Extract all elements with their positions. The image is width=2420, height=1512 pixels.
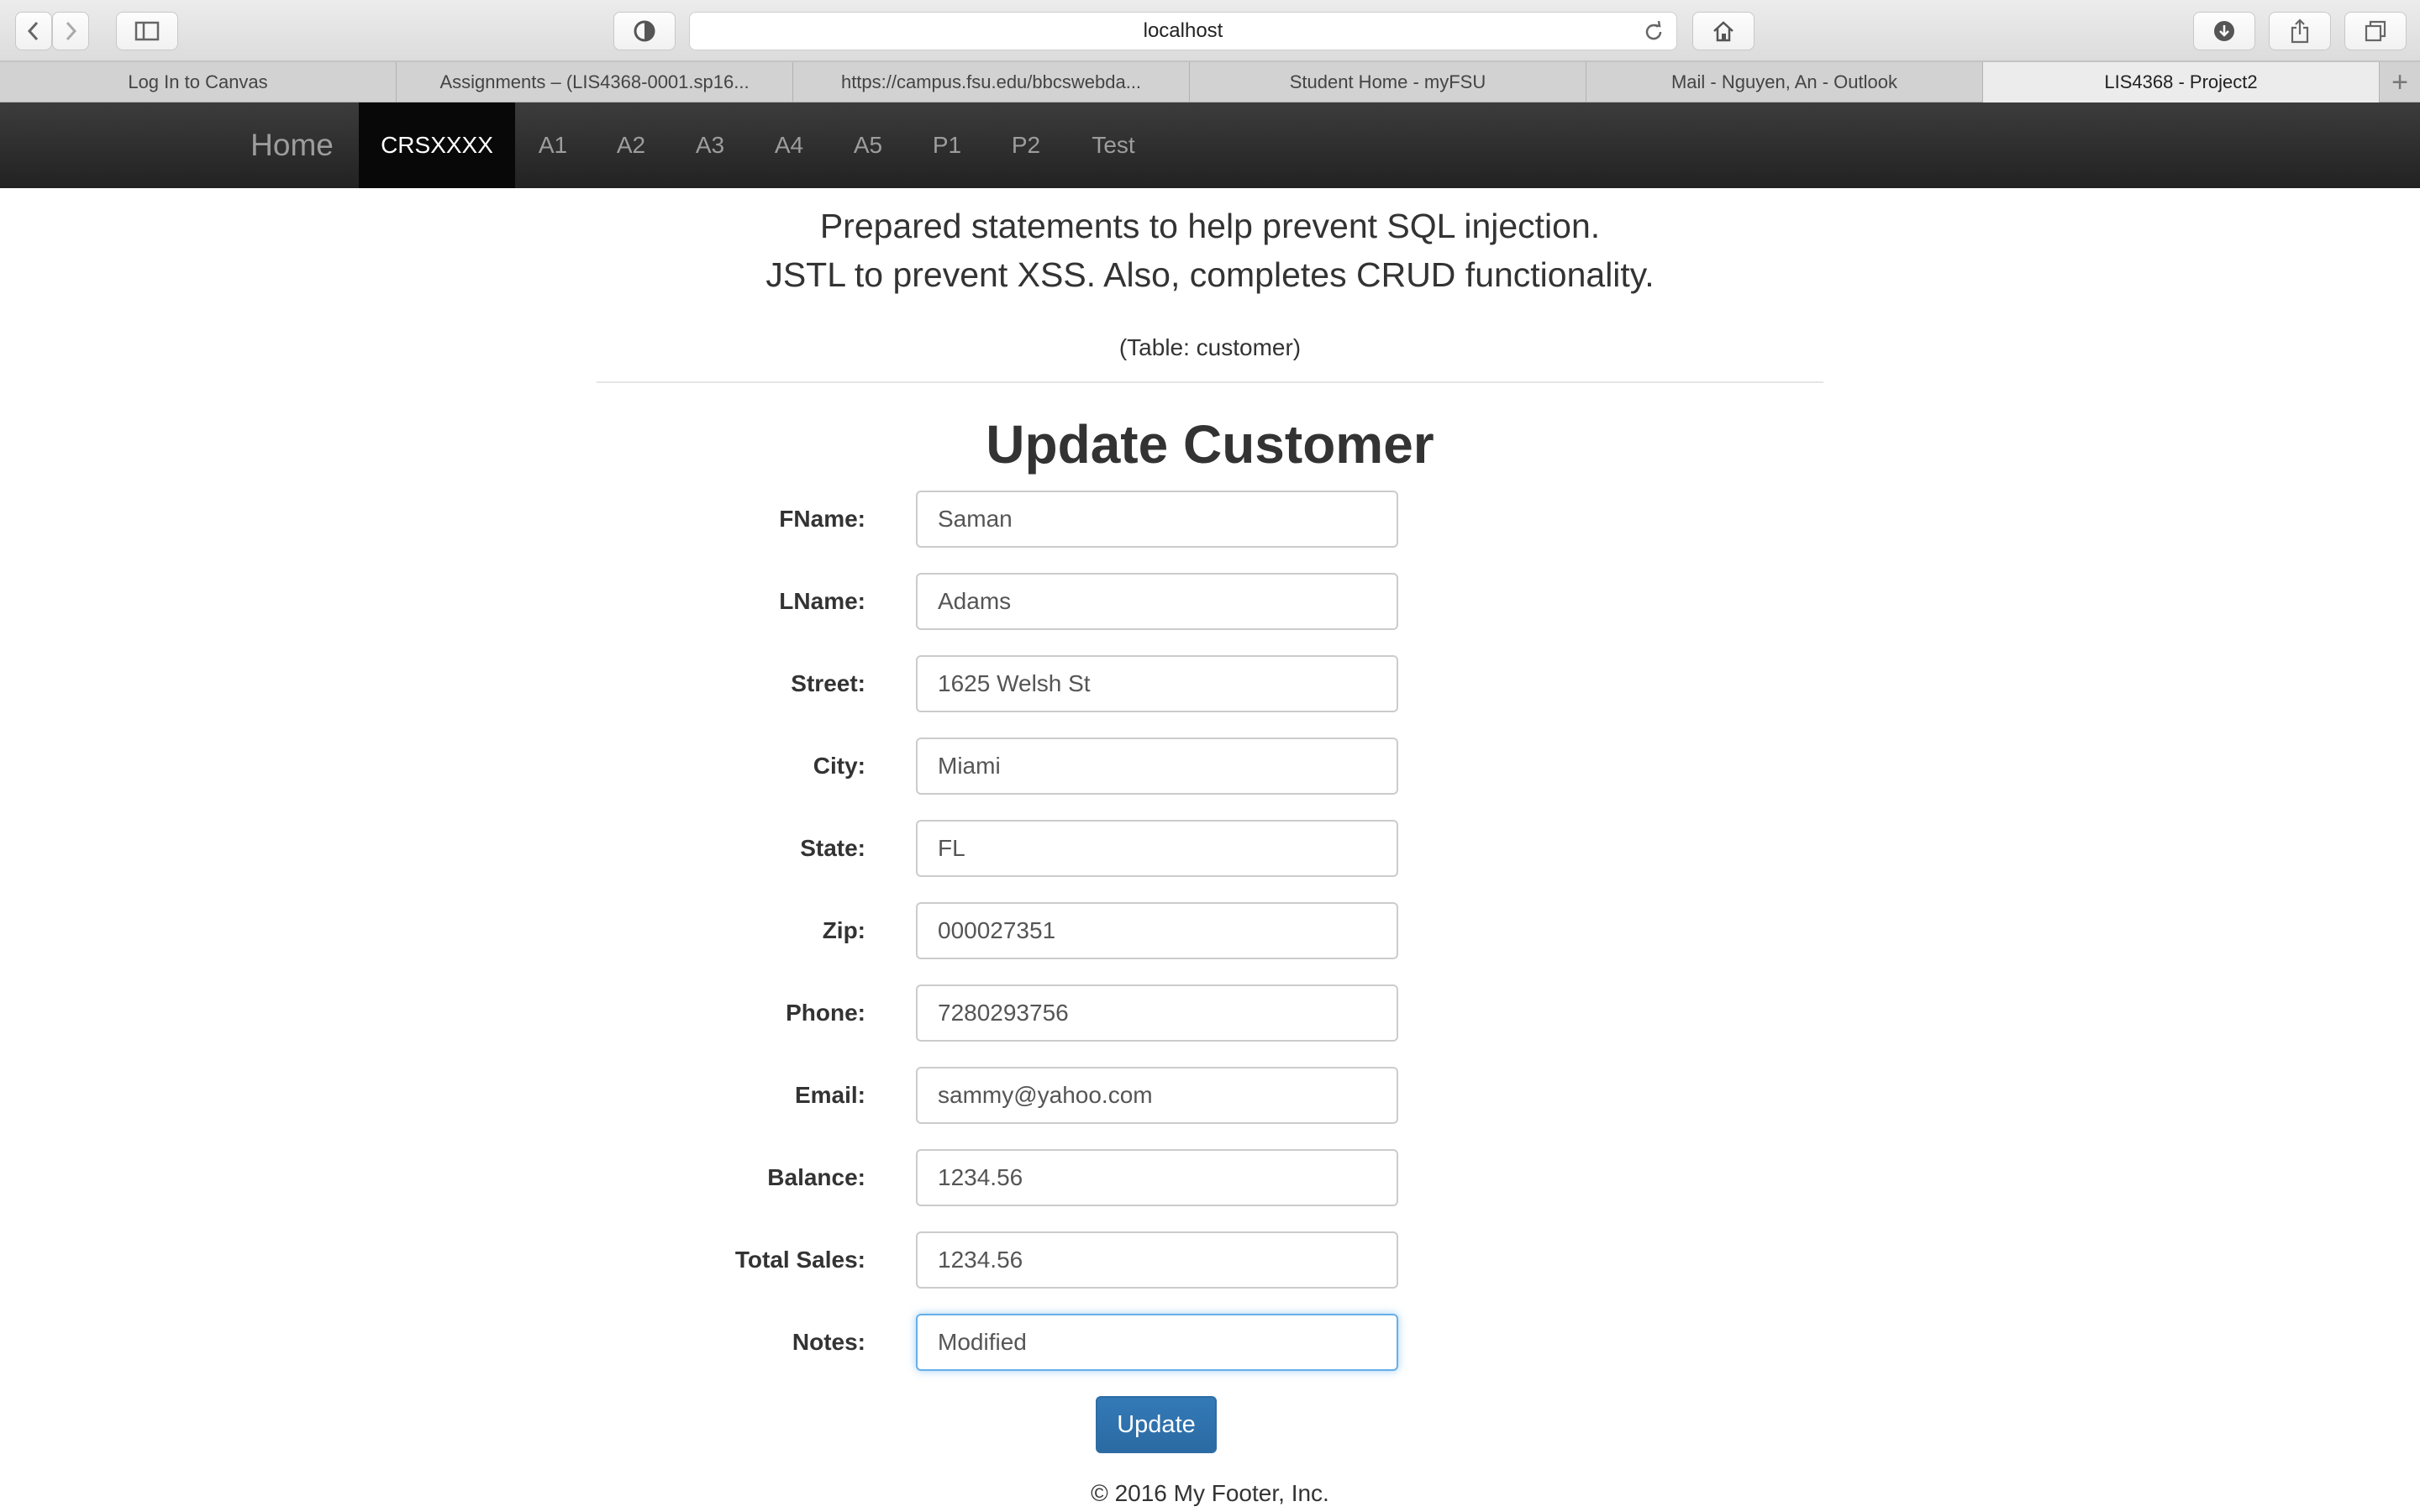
city-input[interactable] [916,738,1398,795]
total-sales-label: Total Sales: [734,1247,865,1273]
fname-label: FName: [779,506,865,532]
nav-item-p1[interactable]: P1 [909,102,985,188]
field-row-street: Street: [0,655,2420,712]
reload-icon[interactable] [1643,21,1665,43]
nav-item-a4[interactable]: A4 [751,102,827,188]
page-footer: © 2016 My Footer, Inc. [1091,1480,1329,1506]
address-bar[interactable]: localhost [689,12,1677,50]
privacy-button[interactable] [613,12,676,50]
balance-input[interactable] [916,1149,1398,1206]
fname-input[interactable] [916,491,1398,548]
address-text: localhost [1143,19,1223,42]
sidebar-button[interactable] [116,12,178,50]
field-row-lname: LName: [0,573,2420,630]
field-row-phone: Phone: [0,984,2420,1042]
lname-label: LName: [779,588,865,614]
tab-overview-button[interactable] [2344,12,2407,50]
email-label: Email: [794,1082,865,1108]
sidebar-icon [134,21,160,41]
back-button[interactable] [15,12,52,50]
table-note: (Table: customer) [1118,334,1302,360]
nav-item-test[interactable]: Test [1067,102,1160,188]
home-button[interactable] [1692,12,1754,50]
field-row-notes: Notes: [0,1314,2420,1371]
field-row-state: State: [0,820,2420,877]
state-input[interactable] [916,820,1398,877]
new-tab-button[interactable]: + [2380,62,2420,102]
forward-button[interactable] [52,12,89,50]
page-tagline: Prepared statements to help prevent SQL … [0,202,2420,299]
field-row-email: Email: [0,1067,2420,1124]
tab-student-home[interactable]: Student Home - myFSU [1190,62,1586,102]
browser-toolbar: localhost [0,0,2420,62]
notes-label: Notes: [792,1329,865,1355]
field-row-balance: Balance: [0,1149,2420,1206]
state-label: State: [800,835,865,861]
zip-input[interactable] [916,902,1398,959]
downloads-button[interactable] [2193,12,2255,50]
field-row-total-sales: Total Sales: [0,1231,2420,1289]
email-input[interactable] [916,1067,1398,1124]
total-sales-input[interactable] [916,1231,1398,1289]
balance-label: Balance: [767,1164,865,1190]
phone-input[interactable] [916,984,1398,1042]
forward-arrow-icon [66,21,77,41]
tab-project2[interactable]: LIS4368 - Project2 [1983,62,2380,102]
nav-item-a5[interactable]: A5 [830,102,906,188]
nav-item-a2[interactable]: A2 [593,102,669,188]
share-icon [2291,18,2309,44]
tab-mail[interactable]: Mail - Nguyen, An - Outlook [1586,62,1983,102]
tagline-line-2: JSTL to prevent XSS. Also, completes CRU… [765,255,1655,294]
nav-item-a1[interactable]: A1 [515,102,591,188]
phone-label: Phone: [786,1000,865,1026]
download-icon [2214,21,2234,41]
site-navbar: Home CRSXXXX A1 A2 A3 A4 A5 P1 P2 Test [0,102,2420,188]
street-label: Street: [791,670,865,696]
nav-item-a3[interactable]: A3 [672,102,748,188]
update-button[interactable]: Update [1096,1396,1217,1453]
tagline-line-1: Prepared statements to help prevent SQL … [819,207,1601,245]
nav-item-p2[interactable]: P2 [988,102,1064,188]
tab-strip: Log In to Canvas Assignments – (LIS4368-… [0,62,2420,102]
share-button[interactable] [2269,12,2331,50]
home-icon [1713,21,1733,42]
city-label: City: [813,753,865,779]
zip-label: Zip: [822,917,865,943]
tab-canvas-login[interactable]: Log In to Canvas [0,62,397,102]
notes-input[interactable] [916,1314,1398,1371]
field-row-fname: FName: [0,491,2420,548]
field-row-city: City: [0,738,2420,795]
street-input[interactable] [916,655,1398,712]
field-row-zip: Zip: [0,902,2420,959]
nav-home-link[interactable]: Home [227,102,357,188]
form-title: Update Customer [986,414,1434,475]
tab-campus-fsu[interactable]: https://campus.fsu.edu/bbcswebda... [793,62,1190,102]
header-divider [597,381,1823,383]
tabs-icon [2365,20,2386,42]
tab-assignments[interactable]: Assignments – (LIS4368-0001.sp16... [397,62,793,102]
back-arrow-icon [27,21,39,41]
lname-input[interactable] [916,573,1398,630]
nav-item-crsxxxx[interactable]: CRSXXXX [359,102,515,188]
shield-icon [634,20,655,42]
